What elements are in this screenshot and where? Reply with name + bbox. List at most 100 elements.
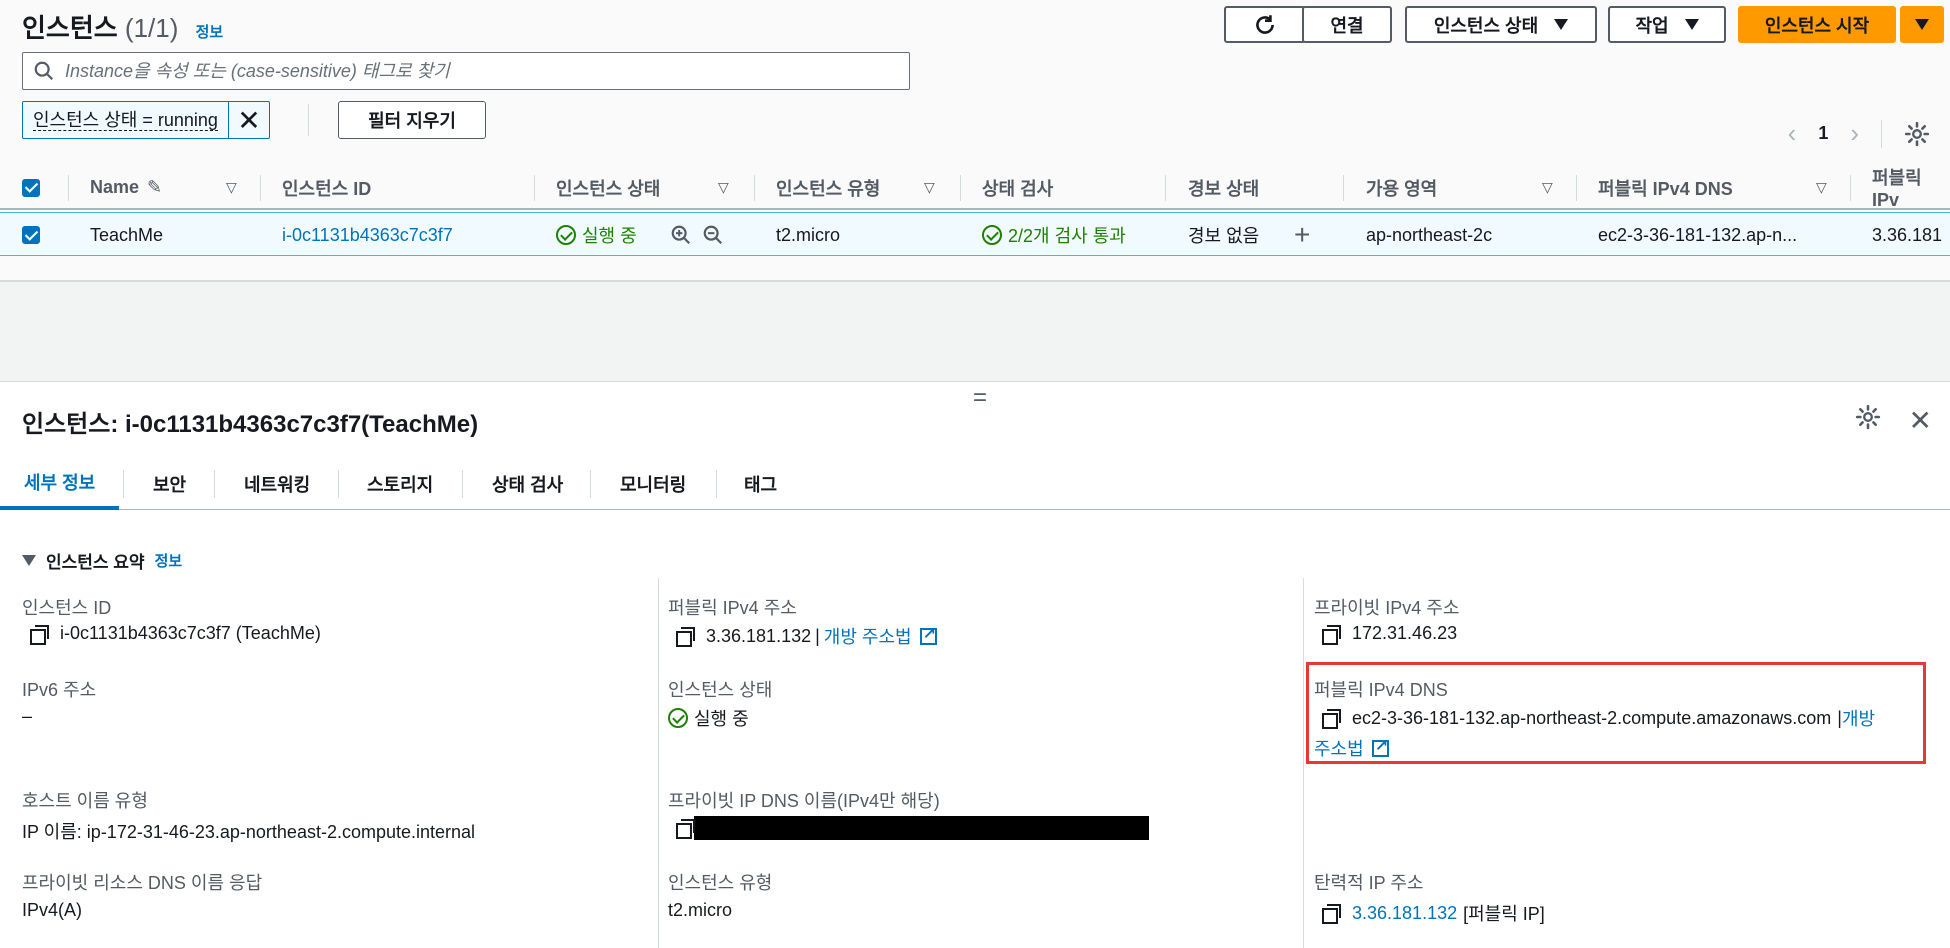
page-title: 인스턴스 (1/1) 정보	[22, 13, 224, 43]
elastic-ip-value: 3.36.181.132 [퍼블릭 IP]	[1322, 900, 1545, 926]
remove-filter-icon[interactable]: ✕	[229, 102, 269, 138]
instance-state-status: 실행 중	[556, 213, 637, 257]
instances-list-panel: 인스턴스 (1/1) 정보 연결 인스턴스 상태 작업 인스턴스 시작 인스턴스…	[0, 0, 1950, 280]
copy-icon[interactable]	[1322, 904, 1341, 924]
select-all-checkbox[interactable]	[22, 178, 40, 197]
col-public-dns[interactable]: 퍼블릭 IPv4 DNS	[1598, 165, 1733, 210]
col-instance-id[interactable]: 인스턴스 ID	[282, 165, 371, 210]
table-row[interactable]: TeachMe i-0c1131b4363c7c3f7 실행 중 t2.micr…	[0, 212, 1950, 256]
redacted-block	[694, 816, 1149, 840]
detail-title: 인스턴스: i-0c1131b4363c7c3f7(TeachMe)	[22, 411, 479, 438]
hostname-type-value: IP 이름: ip-172-31-46-23.ap-northeast-2.co…	[22, 822, 476, 842]
table-header: Name ✎ ▽ 인스턴스 ID 인스턴스 상태 ▽ 인스턴스 유형 ▽ 상태 …	[0, 165, 1950, 210]
col-availability-zone[interactable]: 가용 영역	[1366, 165, 1437, 210]
filter-token[interactable]: 인스턴스 상태 = running ✕	[22, 101, 270, 139]
close-icon[interactable]: ✕	[1909, 404, 1932, 437]
prev-page-icon[interactable]: ‹	[1788, 118, 1797, 149]
detail-tabs: 세부 정보 보안 네트워킹 스토리지 상태 검사 모니터링 태그	[0, 458, 1950, 510]
refresh-icon	[1256, 14, 1274, 34]
copy-icon[interactable]	[676, 627, 695, 647]
status-check-cell[interactable]: 2/2개 검사 통과	[982, 213, 1126, 257]
filter-triangle-icon[interactable]: ▽	[1542, 165, 1553, 210]
info-link[interactable]: 정보	[196, 24, 224, 41]
search-icon	[34, 61, 54, 81]
instance-type-value: t2.micro	[668, 900, 733, 920]
filter-triangle-icon[interactable]: ▽	[718, 165, 729, 210]
launch-dropdown-button[interactable]	[1900, 6, 1944, 43]
filter-token-label: 인스턴스 상태 = running	[33, 109, 218, 131]
tab-storage[interactable]: 스토리지	[367, 458, 433, 510]
public-ip-cell: 3.36.181	[1872, 224, 1943, 245]
split-pane-gap	[0, 280, 1950, 382]
public-ipv4-label: 퍼블릭 IPv4 주소	[668, 598, 797, 618]
instance-id-label: 인스턴스 ID	[22, 598, 112, 618]
caret-down-icon	[1915, 19, 1929, 30]
alarm-status-cell: 경보 없음	[1188, 226, 1260, 246]
copy-icon[interactable]	[30, 624, 49, 645]
instance-id-link[interactable]: i-0c1131b4363c7c3f7	[282, 213, 453, 257]
filter-triangle-icon[interactable]: ▽	[1816, 165, 1827, 210]
col-public-ip[interactable]: 퍼블릭 IPv	[1872, 165, 1950, 210]
private-ipv4-label: 프라이빗 IPv4 주소	[1314, 598, 1460, 618]
success-check-icon	[556, 225, 576, 245]
elastic-ip-link[interactable]: 3.36.181.132	[1352, 903, 1457, 924]
filter-triangle-icon[interactable]: ▽	[226, 165, 237, 210]
tab-status-checks[interactable]: 상태 검사	[492, 458, 563, 510]
resize-handle-icon[interactable]: =	[973, 384, 987, 412]
actions-button[interactable]: 작업	[1608, 6, 1726, 43]
next-page-icon[interactable]: ›	[1850, 118, 1859, 149]
instance-summary-section[interactable]: 인스턴스 요약 정보	[22, 548, 182, 573]
collapse-triangle-icon[interactable]	[22, 555, 36, 566]
copy-icon[interactable]	[1322, 624, 1341, 645]
instance-state-value: 실행 중	[668, 705, 749, 731]
clear-filters-button[interactable]: 필터 지우기	[338, 101, 486, 139]
refresh-button[interactable]	[1224, 6, 1306, 43]
caret-down-icon	[1554, 19, 1569, 30]
connect-button[interactable]: 연결	[1302, 6, 1392, 43]
edit-pencil-icon: ✎	[147, 177, 163, 197]
copy-icon[interactable]	[676, 819, 695, 839]
filter-triangle-icon[interactable]: ▽	[924, 165, 935, 210]
search-bar	[22, 52, 910, 90]
public-dns-cell: ec2-3-36-181-132.ap-n...	[1598, 224, 1798, 245]
col-name[interactable]: Name ✎	[90, 165, 162, 210]
private-dns-value	[676, 816, 1149, 840]
add-alarm-plus-icon[interactable]: +	[1294, 213, 1310, 257]
hostname-type-label: 호스트 이름 유형	[22, 791, 148, 811]
highlight-box	[1306, 662, 1926, 764]
elastic-ip-label: 탄력적 IP 주소	[1314, 873, 1424, 893]
zoom-out-icon[interactable]	[702, 224, 724, 246]
divider	[1303, 578, 1304, 948]
ipv6-value: –	[22, 706, 33, 726]
search-input[interactable]	[65, 60, 885, 82]
tab-tags[interactable]: 태그	[744, 458, 777, 510]
zoom-in-icon[interactable]	[670, 224, 692, 246]
private-resource-dns-label: 프라이빗 리소스 DNS 이름 응답	[22, 873, 263, 893]
settings-gear-icon[interactable]	[1904, 121, 1930, 147]
col-alarm-status[interactable]: 경보 상태	[1188, 165, 1259, 210]
success-check-icon	[668, 708, 688, 728]
instance-name: TeachMe	[90, 224, 164, 245]
private-resource-dns-value: IPv4(A)	[22, 900, 83, 920]
instance-state-button[interactable]: 인스턴스 상태	[1405, 6, 1597, 43]
tab-monitoring[interactable]: 모니터링	[620, 458, 686, 510]
info-link[interactable]: 정보	[155, 550, 183, 571]
tab-security[interactable]: 보안	[153, 458, 186, 510]
divider	[1881, 119, 1882, 148]
external-link-icon[interactable]	[919, 624, 937, 645]
col-instance-state[interactable]: 인스턴스 상태	[556, 165, 660, 210]
tab-details[interactable]: 세부 정보	[0, 458, 120, 510]
az-cell: ap-northeast-2c	[1366, 224, 1493, 245]
col-instance-type[interactable]: 인스턴스 유형	[776, 165, 880, 210]
settings-gear-icon[interactable]	[1855, 404, 1881, 430]
current-page[interactable]: 1	[1818, 123, 1828, 144]
col-status-check[interactable]: 상태 검사	[982, 165, 1053, 210]
launch-instance-button[interactable]: 인스턴스 시작	[1738, 6, 1896, 43]
row-checkbox[interactable]	[22, 226, 40, 244]
instance-type-label: 인스턴스 유형	[668, 873, 773, 893]
success-check-icon	[982, 225, 1002, 245]
pagination: ‹ 1 ›	[1788, 118, 1930, 149]
tab-networking[interactable]: 네트워킹	[244, 458, 310, 510]
instance-state-label: 인스턴스 상태	[668, 680, 773, 700]
open-address-link[interactable]: 개방 주소법	[824, 623, 912, 649]
